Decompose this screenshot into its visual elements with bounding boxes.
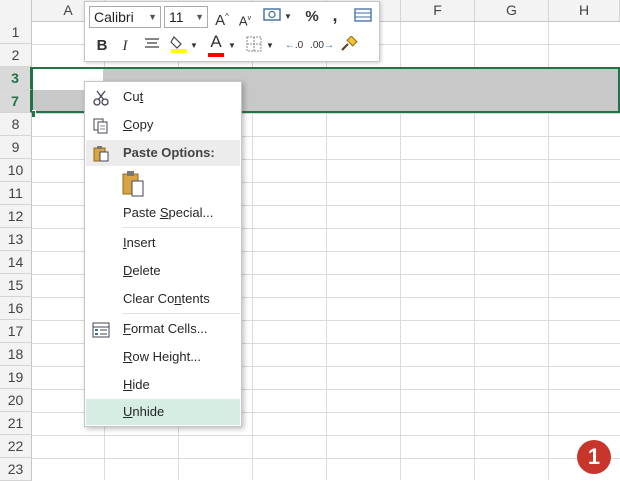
- accounting-format-icon[interactable]: [261, 7, 283, 29]
- paste-options-header: Paste Options:: [86, 140, 240, 166]
- chevron-down-icon: ▼: [195, 12, 204, 22]
- row-header-14[interactable]: 14: [0, 251, 32, 274]
- row-header-7[interactable]: 7: [0, 90, 32, 113]
- column-header-h[interactable]: H: [549, 0, 620, 21]
- decrease-decimal-label: .00: [310, 40, 324, 51]
- gridline: [32, 435, 620, 436]
- row-header-23[interactable]: 23: [0, 458, 32, 481]
- chevron-down-icon[interactable]: ▼: [190, 36, 198, 56]
- decrease-decimal-icon[interactable]: .00→: [309, 36, 335, 56]
- menu-label-paste-special-pre: Paste: [123, 205, 160, 220]
- font-size-value: 11: [169, 9, 184, 25]
- align-center-icon[interactable]: [143, 36, 161, 56]
- menu-item-unhide[interactable]: Unhide: [86, 399, 240, 425]
- italic-button[interactable]: I: [119, 36, 131, 56]
- font-color-swatch: [208, 53, 224, 57]
- row-header-21[interactable]: 21: [0, 412, 32, 435]
- menu-item-insert[interactable]: Insert: [86, 230, 240, 256]
- menu-label-delete: elete: [132, 263, 161, 278]
- fill-color-icon[interactable]: [169, 34, 189, 60]
- mini-toolbar: Calibri ▼ 11 ▼ A^ Av ▼ % , B I ▼ A ▼ ▼ ←…: [84, 1, 380, 62]
- context-menu: Cut Copy Paste Options: Paste Special...…: [84, 81, 242, 427]
- chevron-down-icon[interactable]: ▼: [228, 36, 236, 56]
- menu-label-row-height: ow Height...: [132, 349, 202, 364]
- row-header-1[interactable]: 1: [0, 21, 32, 44]
- menu-separator: [122, 227, 240, 228]
- format-cells-icon: [92, 321, 110, 338]
- bold-button[interactable]: B: [95, 36, 109, 56]
- menu-item-row-height[interactable]: Row Height...: [86, 344, 240, 370]
- row-header-8[interactable]: 8: [0, 113, 32, 136]
- menu-accel-clear-contents: n: [174, 291, 182, 306]
- menu-item-clear-contents[interactable]: Clear Contents: [86, 286, 240, 312]
- decrease-font-size-icon[interactable]: Av: [237, 9, 253, 31]
- row-header-19[interactable]: 19: [0, 366, 32, 389]
- menu-separator: [122, 313, 240, 314]
- increase-decimal-icon[interactable]: ←.0: [281, 36, 307, 56]
- menu-accel-cut: t: [139, 89, 144, 104]
- font-color-letter: A: [210, 32, 222, 51]
- menu-item-hide[interactable]: Hide: [86, 372, 240, 398]
- menu-item-copy[interactable]: Copy: [86, 112, 240, 138]
- column-header-g[interactable]: G: [475, 0, 549, 21]
- menu-accel-format-cells: F: [123, 321, 131, 336]
- clipboard-icon: [92, 145, 110, 162]
- borders-icon[interactable]: [245, 36, 263, 58]
- percent-style-icon[interactable]: %: [303, 7, 321, 27]
- row-header-11[interactable]: 11: [0, 182, 32, 205]
- menu-item-format-cells[interactable]: Format Cells...: [86, 316, 240, 342]
- font-size-box[interactable]: 11 ▼: [164, 6, 208, 28]
- menu-label-clear-contents-pre: Clear Co: [123, 291, 175, 306]
- row-header-10[interactable]: 10: [0, 159, 32, 182]
- row-header-9[interactable]: 9: [0, 136, 32, 159]
- chevron-down-icon: ▼: [148, 12, 157, 22]
- menu-accel-row-height: R: [123, 349, 133, 364]
- menu-label-cut-pre: Cu: [123, 89, 140, 104]
- menu-item-paste-special[interactable]: Paste Special...: [86, 200, 240, 226]
- chevron-down-icon[interactable]: ▼: [266, 36, 274, 56]
- format-painter-icon[interactable]: [339, 35, 359, 58]
- menu-accel-unhide: U: [123, 404, 133, 419]
- row-header-22[interactable]: 22: [0, 435, 32, 458]
- row-header-16[interactable]: 16: [0, 297, 32, 320]
- paste-options-label: Paste Options:: [123, 145, 215, 160]
- menu-item-delete[interactable]: Delete: [86, 258, 240, 284]
- paste-clipboard-icon[interactable]: [121, 170, 147, 198]
- font-name-box[interactable]: Calibri ▼: [89, 6, 161, 28]
- row-header-18[interactable]: 18: [0, 343, 32, 366]
- increase-font-size-icon[interactable]: A^: [213, 7, 231, 31]
- step-number-badge: 1: [577, 440, 611, 474]
- increase-decimal-label: .0: [294, 40, 304, 51]
- gridline: [32, 458, 620, 459]
- row-header-12[interactable]: 12: [0, 205, 32, 228]
- menu-label-insert: nsert: [126, 235, 156, 250]
- row-header-20[interactable]: 20: [0, 389, 32, 412]
- menu-label-copy: opy: [132, 117, 154, 132]
- chevron-down-icon[interactable]: ▼: [284, 7, 292, 27]
- select-all-corner[interactable]: [0, 0, 32, 21]
- format-painter-table-icon[interactable]: [353, 7, 373, 29]
- font-name-value: Calibri: [94, 9, 134, 25]
- menu-label-clear-contents: tents: [181, 291, 210, 306]
- menu-accel-delete: D: [123, 263, 133, 278]
- row-header-17[interactable]: 17: [0, 320, 32, 343]
- row-header-2[interactable]: 2: [0, 44, 32, 67]
- row-header-13[interactable]: 13: [0, 228, 32, 251]
- column-header-f[interactable]: F: [401, 0, 475, 21]
- menu-item-cut[interactable]: Cut: [86, 84, 240, 110]
- menu-accel-copy: C: [123, 117, 133, 132]
- font-color-icon[interactable]: A: [207, 32, 225, 57]
- row-header-15[interactable]: 15: [0, 274, 32, 297]
- copy-icon: [92, 117, 110, 134]
- menu-accel-paste-special: S: [159, 205, 169, 220]
- row-header-3[interactable]: 3: [0, 67, 32, 90]
- menu-label-paste-special: pecial...: [168, 205, 214, 220]
- menu-accel-hide: H: [123, 377, 133, 392]
- menu-label-unhide: nhide: [132, 404, 165, 419]
- menu-label-hide: ide: [132, 377, 150, 392]
- menu-label-format-cells: ormat Cells...: [130, 321, 208, 336]
- comma-style-icon[interactable]: ,: [329, 5, 341, 25]
- scissors-icon: [92, 89, 110, 106]
